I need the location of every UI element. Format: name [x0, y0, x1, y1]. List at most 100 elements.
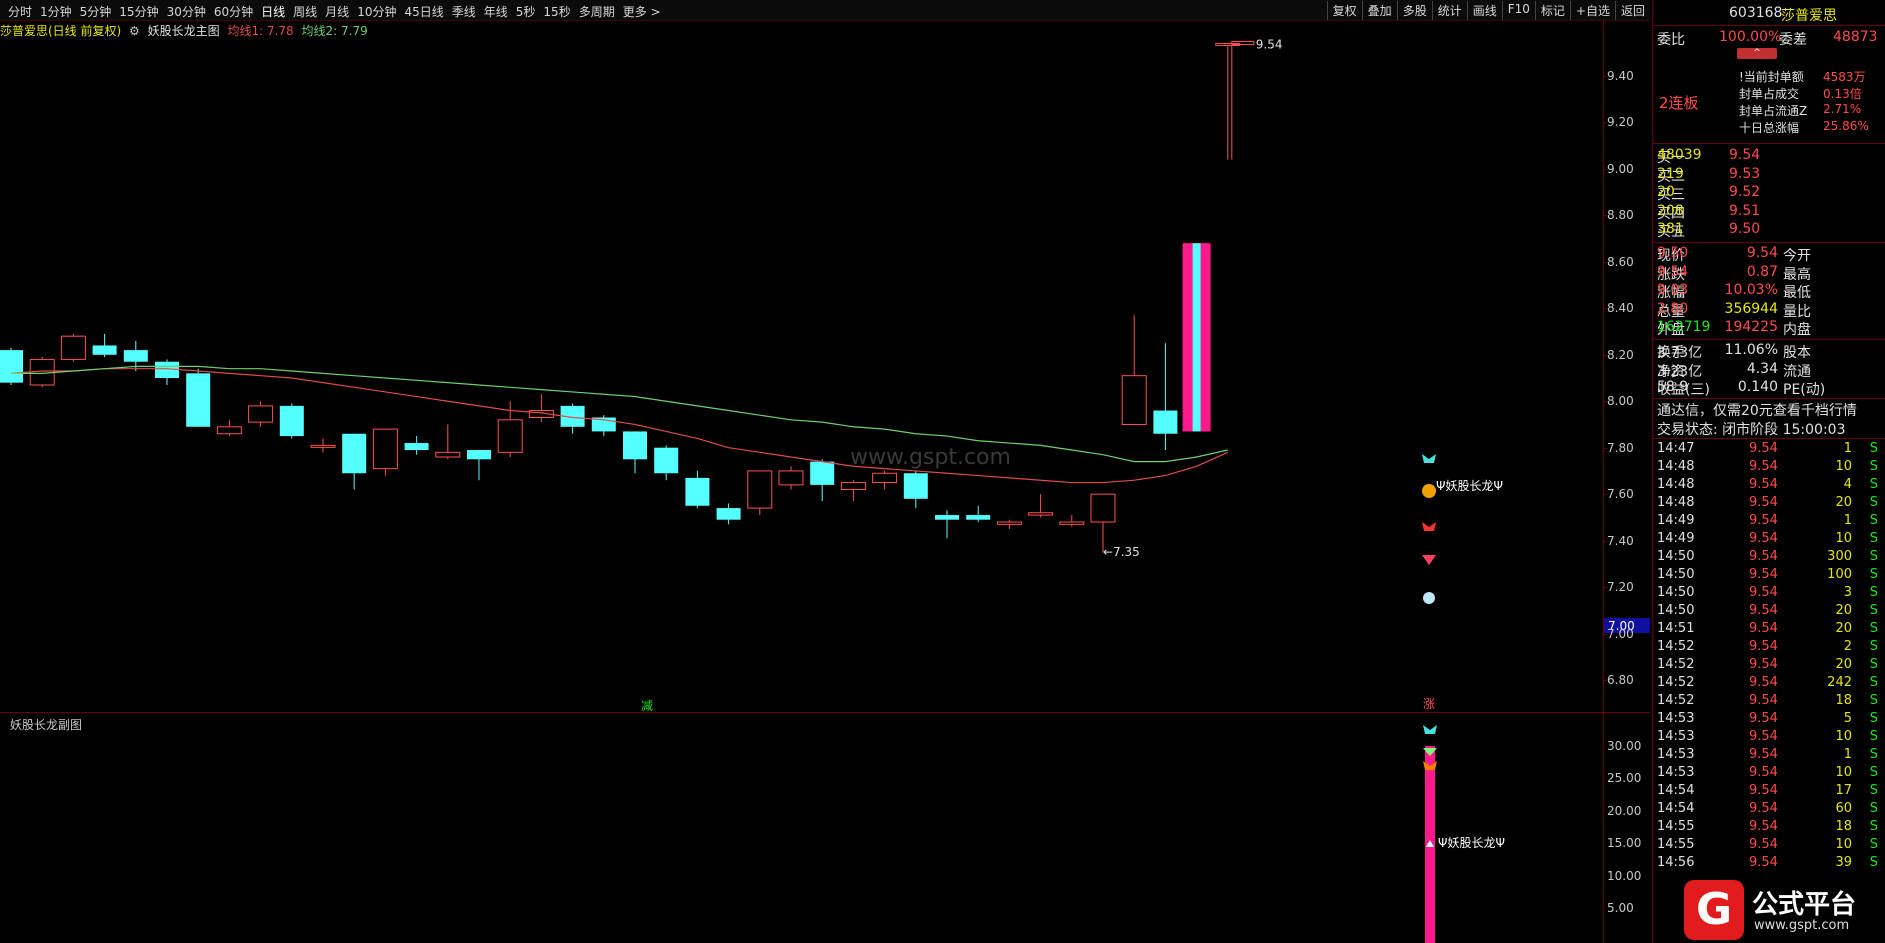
bid-price: 9.53: [1729, 165, 1761, 182]
period-0[interactable]: 分时: [4, 3, 36, 20]
period-9[interactable]: 10分钟: [353, 3, 400, 20]
candle-body: [778, 470, 804, 486]
period-1[interactable]: 1分钟: [36, 3, 76, 20]
stat-value: 2.80: [1657, 300, 1689, 317]
period-7[interactable]: 周线: [289, 3, 321, 20]
tick-price: 9.54: [1749, 801, 1778, 816]
weicha-value: 48873: [1833, 29, 1878, 45]
seal-label: 封单占流通Z: [1739, 104, 1808, 118]
tick-price: 9.54: [1749, 477, 1778, 492]
price-tick-mark: [1603, 261, 1607, 263]
sub-indicator-chart[interactable]: Ψ妖股长龙Ψ: [0, 715, 1650, 943]
tick-side: S: [1869, 801, 1878, 816]
bid-row: 买五 9.50 381: [1657, 221, 1885, 240]
sub-tick: 15.00: [1607, 836, 1642, 851]
tick-row: 14:49 9.54 10 S: [1657, 531, 1885, 549]
top-toolbar: 分时 1分钟 5分钟 15分钟 30分钟 60分钟 日线 周线 月线 10分钟 45日线 季线 年线 5秒…: [0, 0, 1650, 21]
tick-time: 14:54: [1657, 783, 1695, 798]
signal-label-main: Ψ妖股长龙Ψ: [1436, 479, 1503, 493]
tick-volume: 3: [1843, 585, 1852, 600]
bid-price: 9.54: [1729, 147, 1761, 163]
trade-state-row: 交易状态: 闭市阶段 15:00:03: [1657, 419, 1885, 438]
tick-time: 14:50: [1657, 549, 1695, 564]
stat-row: 外盘 194225 内盘 162719: [1657, 319, 1885, 338]
tick-time: 14:49: [1657, 531, 1695, 546]
tool-button-7[interactable]: +自选: [1569, 1, 1615, 20]
tick-time: 14:53: [1657, 747, 1695, 762]
tick-time: 14:56: [1657, 855, 1695, 870]
period-12[interactable]: 年线: [480, 3, 512, 20]
tool-button-0[interactable]: 复权: [1326, 1, 1362, 20]
pane-divider: [0, 712, 1650, 713]
limit-up-bar-core: [1192, 243, 1201, 432]
candle-body: [372, 428, 398, 470]
tick-volume: 20: [1835, 603, 1852, 618]
brand-url: www.gspt.com: [1754, 918, 1850, 933]
tick-price: 9.54: [1749, 765, 1778, 780]
tick-price: 9.54: [1749, 585, 1778, 600]
candle-body: [1090, 493, 1116, 523]
candle-body: [654, 447, 679, 474]
tool-button-5[interactable]: F10: [1501, 1, 1535, 20]
bid-price: 9.51: [1729, 202, 1761, 219]
period-3[interactable]: 15分钟: [115, 3, 162, 20]
tick-price: 9.54: [1749, 441, 1778, 456]
tick-row: 14:48 9.54 20 S: [1657, 495, 1885, 513]
tick-row: 14:54 9.54 17 S: [1657, 783, 1885, 801]
stat-label: 内盘: [1783, 322, 1811, 338]
period-15[interactable]: 多周期: [575, 3, 619, 20]
tick-side: S: [1869, 747, 1878, 762]
stat-value: 9.50: [1657, 245, 1689, 261]
notice-row: 通达信，仅需20元查看千档行情: [1657, 400, 1885, 419]
period-13[interactable]: 5秒: [512, 3, 540, 20]
bid-volume: 208: [1657, 202, 1684, 219]
price-tick-mark: [1603, 168, 1607, 170]
period-11[interactable]: 季线: [448, 3, 480, 20]
tool-button-1[interactable]: 叠加: [1361, 1, 1397, 20]
candle-body: [716, 508, 741, 520]
candle-body: [747, 470, 773, 509]
tick-row: 14:52 9.54 20 S: [1657, 657, 1885, 675]
candle-body: [1121, 375, 1147, 425]
candlestick-chart[interactable]: 9.54 ←7.35 Ψ妖股长龙Ψ 减 涨 7.00: [0, 36, 1650, 712]
tool-button-3[interactable]: 统计: [1431, 1, 1467, 20]
period-10[interactable]: 45日线: [400, 3, 447, 20]
price-tick: 8.80: [1607, 208, 1634, 223]
period-5[interactable]: 60分钟: [210, 3, 257, 20]
seal-line: !当前封单额 4583万: [1657, 68, 1885, 86]
notice-link: 通达信，仅需20元查看千档行情: [1657, 403, 1857, 419]
seal-line: 十日总涨幅 25.86%: [1657, 119, 1885, 137]
tick-side: S: [1869, 459, 1878, 474]
period-4[interactable]: 30分钟: [163, 3, 210, 20]
tool-button-2[interactable]: 多股: [1396, 1, 1432, 20]
period-2[interactable]: 5分钟: [76, 3, 116, 20]
tool-button-4[interactable]: 画线: [1466, 1, 1502, 20]
tick-time: 14:50: [1657, 603, 1695, 618]
tick-side: S: [1869, 621, 1878, 636]
gem-icon: [1422, 555, 1436, 565]
period-6[interactable]: 日线: [257, 3, 289, 20]
seal-line: 封单占成交 0.13倍: [1657, 85, 1885, 103]
tick-side: S: [1869, 783, 1878, 798]
tick-row: 14:52 9.54 2 S: [1657, 639, 1885, 657]
price-tick-mark: [1603, 401, 1607, 403]
tick-volume: 10: [1835, 459, 1852, 474]
tick-side: S: [1869, 441, 1878, 456]
price-tick: 6.80: [1607, 673, 1634, 687]
last-candle-body: [1231, 40, 1255, 45]
fin-value: 0.140: [1737, 379, 1778, 395]
candle-body: [342, 433, 367, 474]
tool-button-8[interactable]: 返回: [1614, 1, 1650, 20]
tick-volume: 1: [1843, 747, 1852, 762]
price-tick: 9.20: [1607, 115, 1634, 130]
period-16[interactable]: 更多 >: [619, 3, 665, 20]
period-14[interactable]: 15秒: [539, 3, 574, 20]
collapse-button[interactable]: ^: [1737, 48, 1777, 59]
price-tick-mark: [1603, 680, 1607, 681]
tick-row: 14:50 9.54 20 S: [1657, 603, 1885, 621]
price-tick: 8.60: [1607, 254, 1634, 269]
stock-code: 603168: [1729, 5, 1783, 21]
period-8[interactable]: 月线: [321, 3, 353, 20]
tool-button-6[interactable]: 标记: [1534, 1, 1570, 20]
price-tick-mark: [1603, 215, 1607, 217]
